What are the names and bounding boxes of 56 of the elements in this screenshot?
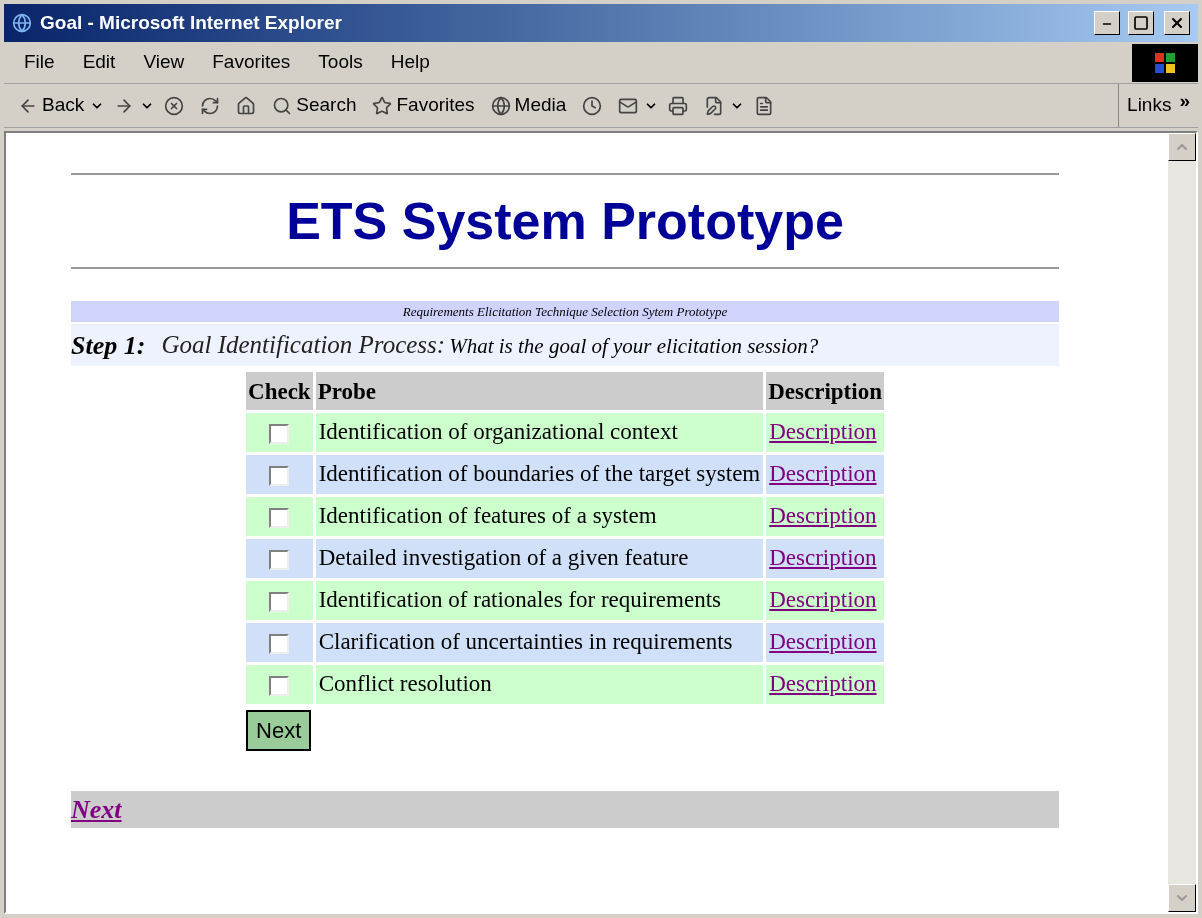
menu-item[interactable]: Help <box>378 48 442 77</box>
next-link[interactable]: Next <box>71 790 122 829</box>
table-cell: Detailed investigation of a given feature <box>315 539 764 578</box>
checkbox[interactable] <box>269 423 290 444</box>
table-cell: Identification of organizational context <box>315 413 764 452</box>
menu-item[interactable]: View <box>131 48 197 77</box>
browser-icon <box>12 13 32 33</box>
close-button[interactable] <box>1164 11 1190 35</box>
page-title: ETS System Prototype <box>285 191 845 252</box>
edit-document-icon <box>704 95 725 116</box>
back-button[interactable]: Back <box>12 87 91 124</box>
column-header: Probe <box>315 372 764 410</box>
table-cell: Identification of boundaries of the target system <box>315 455 764 494</box>
checkbox[interactable] <box>269 465 290 486</box>
table-cell: Identification of features of a system <box>315 497 764 536</box>
menu-item[interactable]: Edit <box>70 48 128 77</box>
printer-icon <box>668 95 689 116</box>
checkbox[interactable] <box>269 633 290 654</box>
checkbox[interactable] <box>269 675 290 696</box>
checkbox[interactable] <box>269 549 290 570</box>
home-icon <box>236 95 257 116</box>
banner: Requirements Elicitation Technique Selection Sytem Prototype <box>71 301 1059 322</box>
step-heading: Goal Identification Process: <box>161 330 446 361</box>
maximize-icon <box>1133 15 1149 31</box>
step-label: Step 1: <box>71 329 146 362</box>
table-cell: Conflict resolution <box>315 665 764 704</box>
table-cell: Identification of rationales for requirements <box>315 581 764 620</box>
links-button[interactable]: Links <box>1127 91 1172 120</box>
media-button[interactable]: Media <box>484 87 573 124</box>
scroll-up-button[interactable] <box>1168 133 1196 161</box>
stop-icon <box>164 95 185 116</box>
chevron[interactable]: » <box>1179 87 1190 116</box>
table-cell: Clarification of uncertainties in requirements <box>315 623 764 662</box>
globe-icon <box>490 95 511 116</box>
close-icon <box>1169 15 1185 31</box>
menu-item[interactable]: Tools <box>306 48 375 77</box>
search-button[interactable]: Search <box>266 87 363 124</box>
star-icon <box>372 95 393 116</box>
windows-logo-icon <box>1132 43 1198 82</box>
menu-item[interactable]: File <box>12 48 67 77</box>
checkbox[interactable] <box>269 591 290 612</box>
next-button[interactable]: Next <box>246 710 312 751</box>
column-header: Check <box>246 372 313 410</box>
minimize-button[interactable] <box>1094 11 1120 35</box>
refresh-icon <box>200 95 221 116</box>
menu-item[interactable]: Favorites <box>200 48 303 77</box>
window-title: Goal - Microsoft Internet Explorer <box>40 10 343 35</box>
clock-icon <box>582 95 603 116</box>
maximize-button[interactable] <box>1128 11 1154 35</box>
column-header: Description <box>766 372 884 410</box>
step-question: What is the goal of your elicitation session? <box>449 333 819 361</box>
search-icon <box>272 95 293 116</box>
favorites-button[interactable]: Favorites <box>366 87 481 124</box>
scroll-down-button[interactable] <box>1168 884 1196 912</box>
checkbox[interactable] <box>269 507 290 528</box>
scrollbar[interactable] <box>1168 133 1196 912</box>
